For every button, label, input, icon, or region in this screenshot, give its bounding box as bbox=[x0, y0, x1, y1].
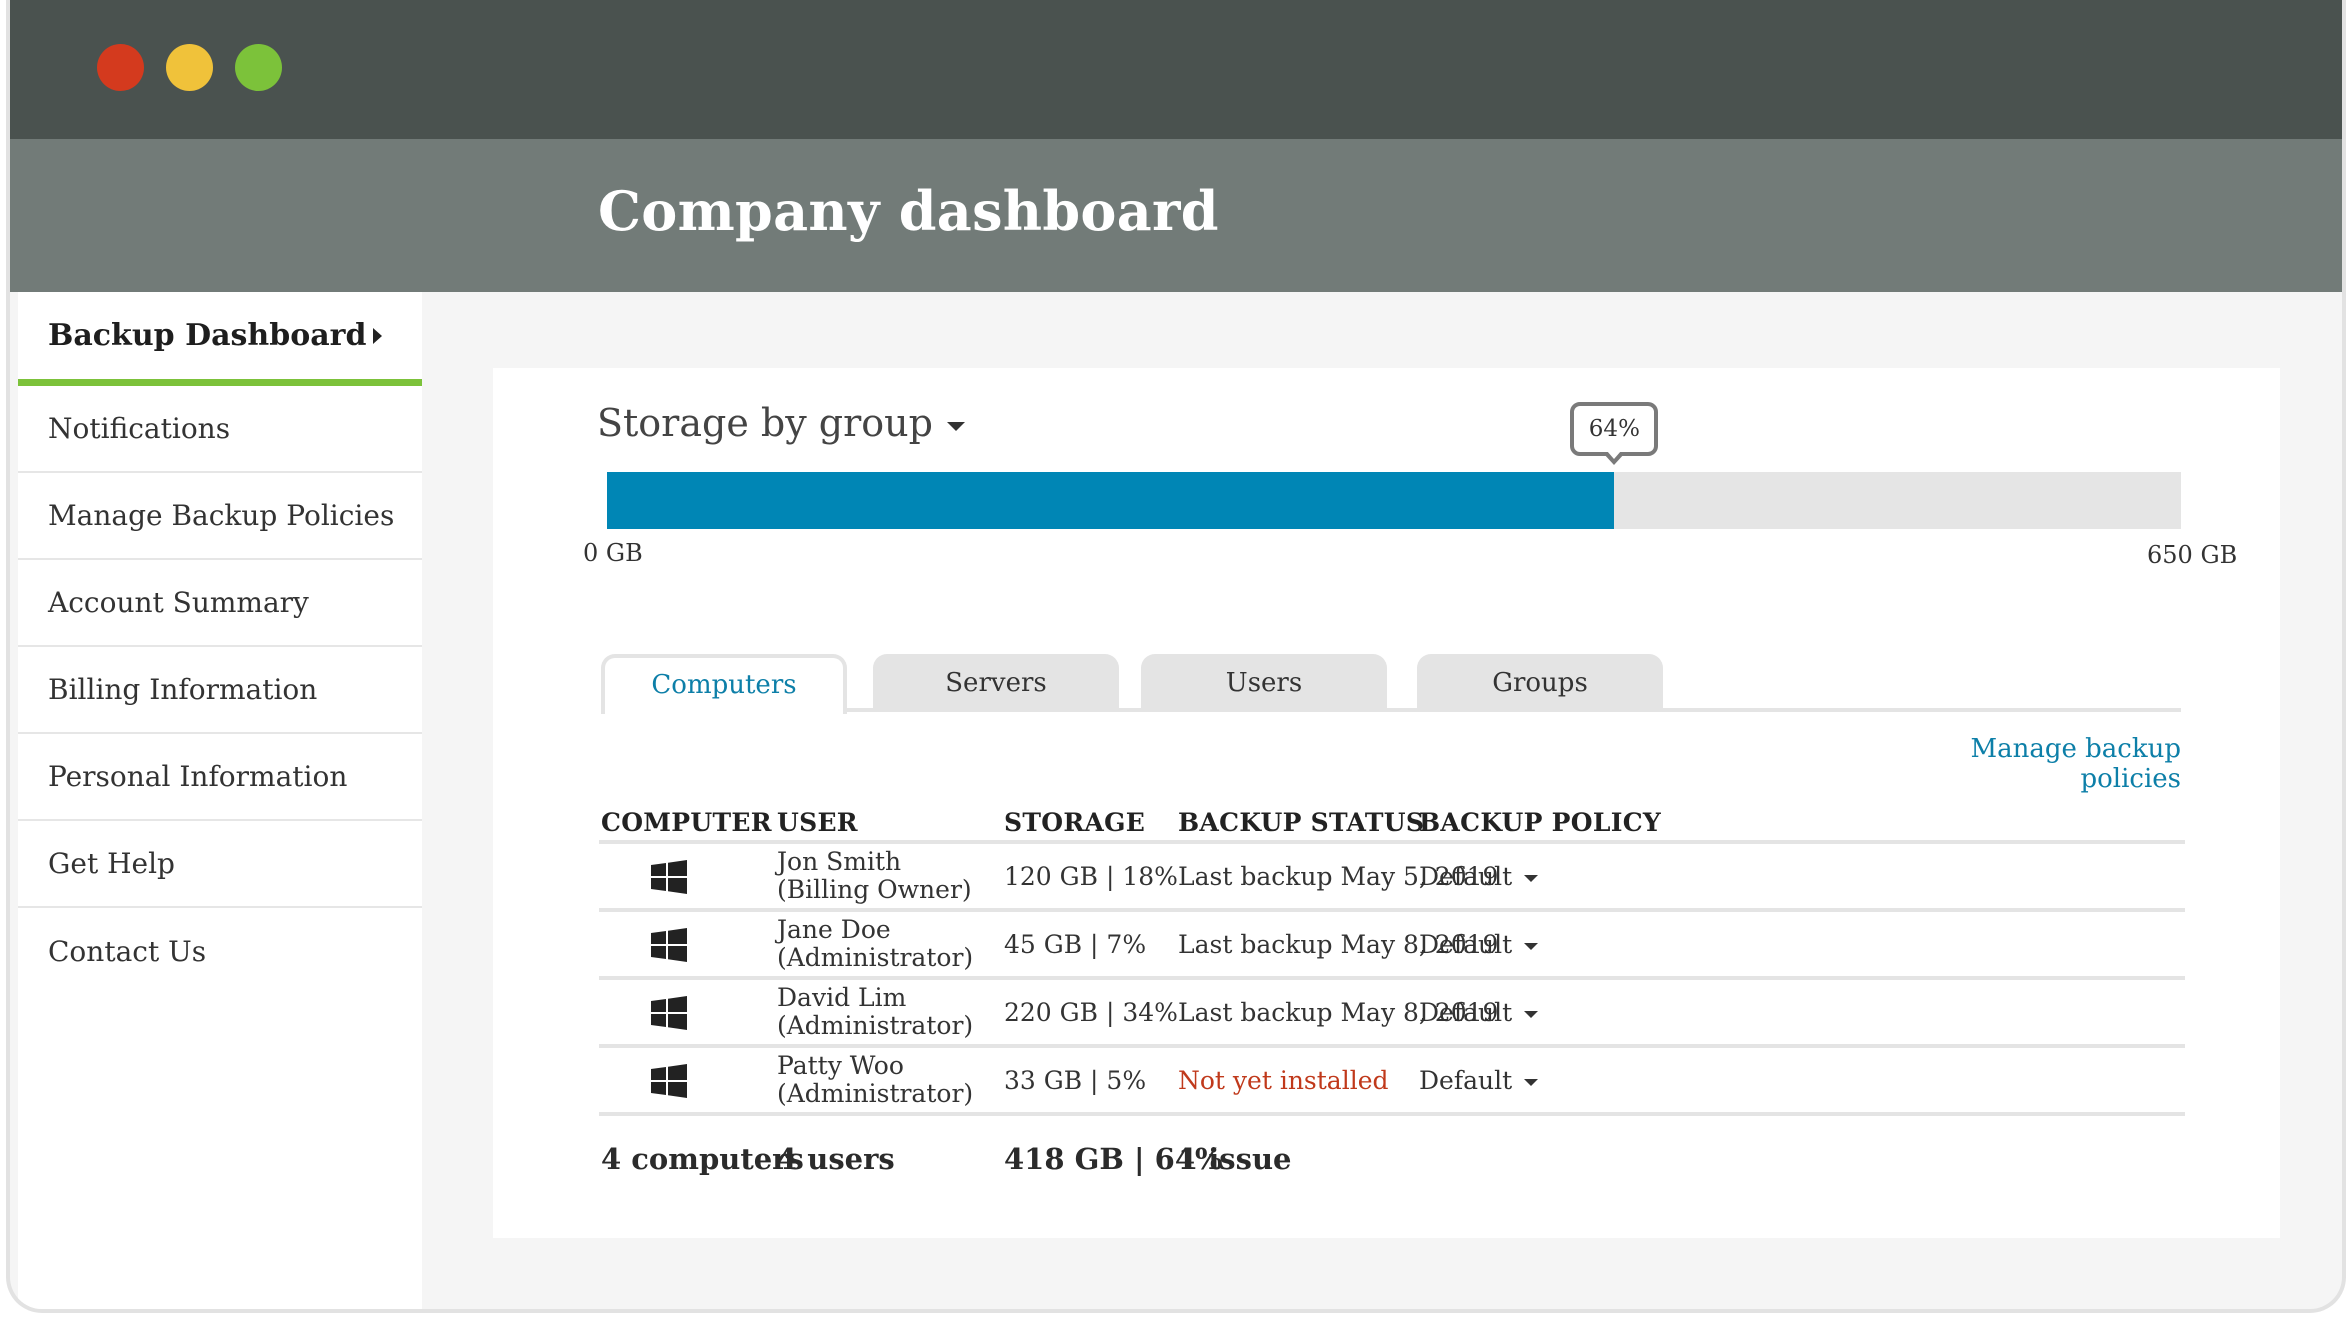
dashboard-panel: Storage by group 64% 0 GB 650 GB Compute… bbox=[493, 368, 2280, 1238]
storage-percent-tooltip: 64% bbox=[1570, 402, 1659, 465]
storage-title-label: Storage by group bbox=[597, 401, 933, 445]
column-header-storage[interactable]: STORAGE bbox=[1004, 808, 1145, 837]
storage-progress-fill bbox=[607, 472, 1615, 529]
table-row[interactable]: Jon Smith (Billing Owner) 120 GB | 18% La… bbox=[599, 844, 2185, 912]
backup-policy-dropdown[interactable]: Default bbox=[1419, 862, 1539, 891]
sidebar-item-label: Backup Dashboard bbox=[48, 318, 367, 353]
chevron-right-icon bbox=[373, 328, 382, 344]
sidebar-item-label: Manage Backup Policies bbox=[48, 499, 395, 532]
sidebar-item-label: Get Help bbox=[48, 847, 175, 880]
sidebar-item-account-summary[interactable]: Account Summary bbox=[18, 560, 422, 647]
manage-backup-policies-link[interactable]: Manage backup policies bbox=[1891, 734, 2181, 794]
sidebar-item-manage-backup-policies[interactable]: Manage Backup Policies bbox=[18, 473, 422, 560]
page-title: Company dashboard bbox=[598, 179, 1219, 243]
user-cell: David Lim (Administrator) bbox=[777, 984, 973, 1040]
app-window: Company dashboard Backup Dashboard Notif… bbox=[6, 0, 2346, 1313]
user-name: Jane Doe bbox=[777, 915, 891, 944]
caret-down-icon bbox=[1524, 943, 1539, 950]
backup-policy-dropdown[interactable]: Default bbox=[1419, 998, 1539, 1027]
policy-label: Default bbox=[1419, 930, 1513, 959]
tab-bar: Computers Servers Users Groups bbox=[601, 654, 2181, 714]
user-role: (Billing Owner) bbox=[777, 875, 972, 904]
sidebar-item-billing-information[interactable]: Billing Information bbox=[18, 647, 422, 734]
column-header-backup-status[interactable]: BACKUP STATUS bbox=[1178, 808, 1424, 837]
caret-down-icon bbox=[1524, 1079, 1539, 1086]
user-cell: Patty Woo (Administrator) bbox=[777, 1052, 973, 1108]
user-cell: Jane Doe (Administrator) bbox=[777, 916, 973, 972]
sidebar-item-label: Contact Us bbox=[48, 935, 207, 968]
windows-icon bbox=[651, 996, 687, 1030]
tab-users[interactable]: Users bbox=[1141, 654, 1387, 712]
table-row[interactable]: Patty Woo (Administrator) 33 GB | 5% Not … bbox=[599, 1048, 2185, 1116]
windows-icon bbox=[651, 860, 687, 894]
column-header-user[interactable]: USER bbox=[777, 808, 858, 837]
tab-servers[interactable]: Servers bbox=[873, 654, 1119, 712]
storage-group-dropdown[interactable]: Storage by group bbox=[597, 401, 965, 445]
sidebar-item-label: Account Summary bbox=[48, 586, 309, 619]
policy-label: Default bbox=[1419, 1066, 1513, 1095]
sidebar-item-contact-us[interactable]: Contact Us bbox=[18, 908, 422, 995]
user-cell: Jon Smith (Billing Owner) bbox=[777, 848, 972, 904]
user-name: Patty Woo bbox=[777, 1051, 904, 1080]
close-button[interactable] bbox=[97, 44, 144, 91]
storage-progress-bar bbox=[607, 472, 2181, 529]
column-header-backup-policy[interactable]: BACKUP POLICY bbox=[1419, 808, 1661, 837]
windows-icon bbox=[651, 928, 687, 962]
caret-down-icon bbox=[946, 422, 965, 431]
policy-label: Default bbox=[1419, 998, 1513, 1027]
sidebar-item-backup-dashboard[interactable]: Backup Dashboard bbox=[18, 292, 422, 386]
backup-status-cell: Not yet installed bbox=[1178, 1066, 1389, 1095]
maximize-button[interactable] bbox=[235, 44, 282, 91]
sidebar: Backup Dashboard Notifications Manage Ba… bbox=[18, 292, 422, 1309]
windows-icon bbox=[651, 1064, 687, 1098]
sidebar-item-label: Notifications bbox=[48, 412, 231, 445]
sidebar-item-notifications[interactable]: Notifications bbox=[18, 386, 422, 473]
table-row[interactable]: David Lim (Administrator) 220 GB | 34% La… bbox=[599, 980, 2185, 1048]
page-header: Company dashboard bbox=[10, 139, 2342, 292]
storage-cell: 220 GB | 34% bbox=[1004, 998, 1178, 1027]
minimize-button[interactable] bbox=[166, 44, 213, 91]
tab-groups[interactable]: Groups bbox=[1417, 654, 1663, 712]
user-role: (Administrator) bbox=[777, 1079, 974, 1108]
backup-policy-dropdown[interactable]: Default bbox=[1419, 1066, 1539, 1095]
computers-table: COMPUTER USER STORAGE BACKUP STATUS BACK… bbox=[599, 808, 2185, 1186]
user-role: (Administrator) bbox=[777, 943, 974, 972]
user-name: David Lim bbox=[777, 983, 907, 1012]
storage-min-label: 0 GB bbox=[583, 539, 643, 567]
caret-down-icon bbox=[1524, 1011, 1539, 1018]
title-bar bbox=[10, 0, 2342, 139]
storage-cell: 33 GB | 5% bbox=[1004, 1066, 1147, 1095]
table-header: COMPUTER USER STORAGE BACKUP STATUS BACK… bbox=[599, 808, 2185, 844]
policy-label: Default bbox=[1419, 862, 1513, 891]
footer-user-count: 4 users bbox=[777, 1142, 895, 1176]
user-name: Jon Smith bbox=[777, 847, 902, 876]
storage-cell: 120 GB | 18% bbox=[1004, 862, 1178, 891]
backup-policy-dropdown[interactable]: Default bbox=[1419, 930, 1539, 959]
storage-cell: 45 GB | 7% bbox=[1004, 930, 1147, 959]
table-row[interactable]: Jane Doe (Administrator) 45 GB | 7% Last … bbox=[599, 912, 2185, 980]
sidebar-item-personal-information[interactable]: Personal Information bbox=[18, 734, 422, 821]
tab-computers[interactable]: Computers bbox=[601, 654, 847, 714]
user-role: (Administrator) bbox=[777, 1011, 974, 1040]
caret-down-icon bbox=[1524, 875, 1539, 882]
sidebar-item-label: Billing Information bbox=[48, 673, 318, 706]
column-header-computer[interactable]: COMPUTER bbox=[601, 808, 772, 837]
table-footer: 4 computers 4 users 418 GB | 64% 1 issue bbox=[599, 1116, 2185, 1186]
footer-issue-count: 1 issue bbox=[1178, 1142, 1292, 1176]
footer-computer-count: 4 computers bbox=[601, 1142, 804, 1176]
storage-max-label: 650 GB bbox=[2147, 541, 2238, 569]
sidebar-item-label: Personal Information bbox=[48, 760, 348, 793]
sidebar-item-get-help[interactable]: Get Help bbox=[18, 821, 422, 908]
